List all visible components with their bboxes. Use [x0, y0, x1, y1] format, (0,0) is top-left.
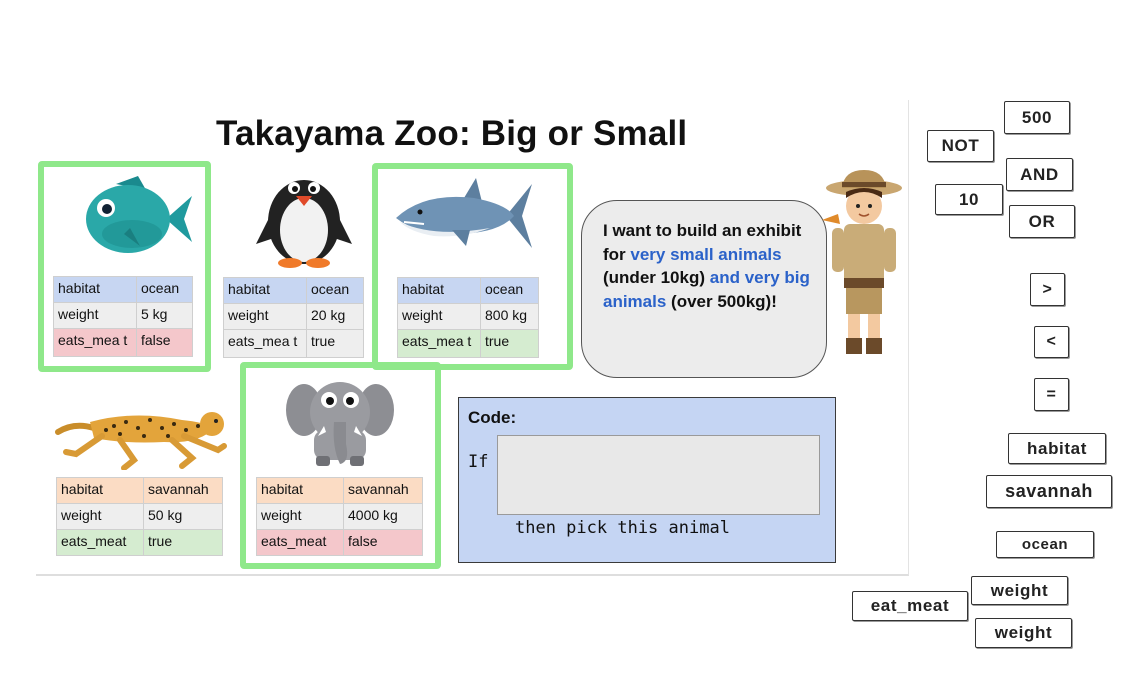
bubble-text-part: (under 10kg): [603, 268, 710, 287]
code-then-text: then pick this animal: [515, 518, 730, 538]
penguin-stats-table: habitat ocean weight 20 kg eats_mea t true: [223, 277, 364, 358]
penguin-icon[interactable]: [252, 166, 356, 268]
elephant-stats-table: habitat savannah weight 4000 kg eats_meat f…: [256, 477, 423, 556]
code-if-keyword: If: [468, 452, 489, 472]
cheetah-weight: 50 kg: [143, 503, 223, 530]
fish-eats-meat: false: [136, 328, 193, 357]
weight-label: weight: [223, 303, 307, 330]
cheetah-stats-table: habitat savannah weight 50 kg eats_meat tru…: [56, 477, 223, 556]
shark-eats-meat: true: [480, 329, 539, 358]
fish-stats-table: habitat ocean weight 5 kg eats_mea t false: [53, 276, 193, 357]
block-weight[interactable]: weight: [971, 576, 1068, 605]
page-title: Takayama Zoo: Big or Small: [216, 114, 688, 153]
habitat-label: habitat: [223, 277, 307, 304]
block-eat-meat[interactable]: eat_meat: [852, 591, 968, 621]
weight-label: weight: [397, 303, 481, 330]
shark-weight: 800 kg: [480, 303, 539, 330]
zookeeper-icon: [822, 170, 902, 354]
habitat-label: habitat: [53, 276, 137, 303]
fish-habitat: ocean: [136, 276, 193, 303]
cheetah-icon[interactable]: [54, 398, 230, 470]
cheetah-eats-meat: true: [143, 529, 223, 556]
eats-meat-label: eats_meat: [256, 529, 344, 556]
eats-meat-label: eats_mea t: [53, 328, 137, 357]
elephant-icon[interactable]: [284, 374, 396, 468]
code-label: Code:: [468, 408, 517, 427]
condition-drop-zone[interactable]: [497, 435, 820, 515]
habitat-label: habitat: [256, 477, 344, 504]
block-ocean[interactable]: ocean: [996, 531, 1094, 558]
block-500[interactable]: 500: [1004, 101, 1070, 134]
block-10[interactable]: 10: [935, 184, 1003, 215]
shark-habitat: ocean: [480, 277, 539, 304]
elephant-eats-meat: false: [343, 529, 423, 556]
block-habitat[interactable]: habitat: [1008, 433, 1106, 464]
shark-icon[interactable]: [394, 178, 534, 252]
block-equals[interactable]: =: [1034, 378, 1069, 411]
block-weight[interactable]: weight: [975, 618, 1072, 648]
elephant-habitat: savannah: [343, 477, 423, 504]
block-greater-than[interactable]: >: [1030, 273, 1065, 306]
weight-label: weight: [56, 503, 144, 530]
bubble-text-part: (over 500kg)!: [666, 291, 777, 311]
eats-meat-label: eats_mea t: [223, 329, 307, 358]
habitat-label: habitat: [397, 277, 481, 304]
elephant-weight: 4000 kg: [343, 503, 423, 530]
fish-weight: 5 kg: [136, 302, 193, 329]
habitat-label: habitat: [56, 477, 144, 504]
eats-meat-label: eats_meat: [56, 529, 144, 556]
shark-stats-table: habitat ocean weight 800 kg eats_mea t true: [397, 277, 539, 358]
weight-label: weight: [256, 503, 344, 530]
penguin-eats-meat: true: [306, 329, 364, 358]
cheetah-habitat: savannah: [143, 477, 223, 504]
speech-bubble-text: I want to build an exhibit for very smal…: [603, 219, 825, 313]
block-and[interactable]: AND: [1006, 158, 1073, 191]
penguin-weight: 20 kg: [306, 303, 364, 330]
eats-meat-label: eats_mea t: [397, 329, 481, 358]
block-less-than[interactable]: <: [1034, 326, 1069, 358]
block-or[interactable]: OR: [1009, 205, 1075, 238]
block-not[interactable]: NOT: [927, 130, 994, 162]
bubble-highlight-small: very small animals: [630, 244, 782, 264]
weight-label: weight: [53, 302, 137, 329]
block-savannah[interactable]: savannah: [986, 475, 1112, 508]
fish-icon[interactable]: [80, 176, 194, 262]
penguin-habitat: ocean: [306, 277, 364, 304]
